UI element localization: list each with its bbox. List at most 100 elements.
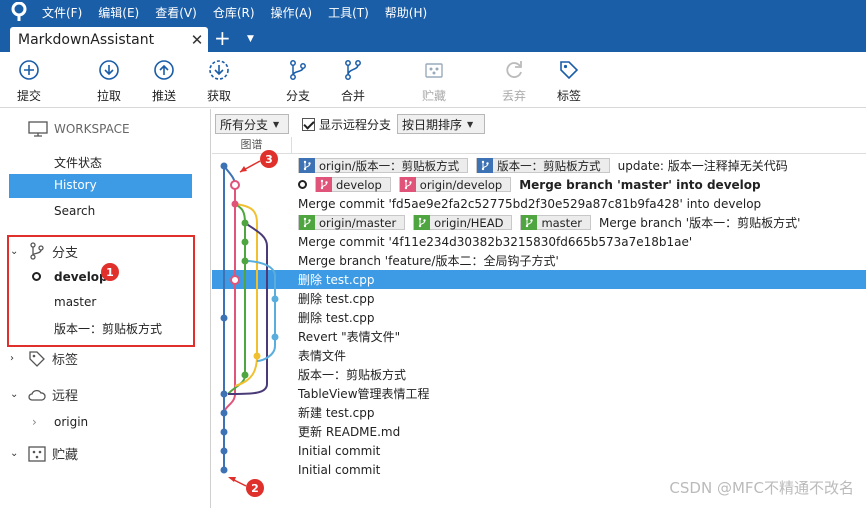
commit-row-selected[interactable]: 删除 test.cpp xyxy=(212,270,866,289)
sidebar-branch-master[interactable]: master xyxy=(54,295,96,309)
push-button[interactable]: 推送 xyxy=(139,58,189,104)
pull-label: 拉取 xyxy=(96,89,121,103)
chevron-down-icon: ⌄ xyxy=(10,389,19,400)
commit-button[interactable]: 提交 xyxy=(4,58,54,104)
stash-label: 贮藏 xyxy=(421,89,446,103)
fetch-button[interactable]: 获取 xyxy=(194,58,244,104)
sidebar-branch-version1[interactable]: 版本一：剪贴板方式 xyxy=(54,320,162,337)
commit-row[interactable]: 表情文件 xyxy=(212,346,866,365)
sidebar-branch-develop[interactable]: develop xyxy=(54,270,108,284)
workspace-label: WORKSPACE xyxy=(54,122,130,136)
tags-section-header[interactable]: › 标签 xyxy=(10,349,78,368)
graph-lane-green xyxy=(227,203,246,395)
sort-dropdown[interactable]: 按日期排序 ▼ xyxy=(397,114,485,134)
fetch-icon xyxy=(209,60,229,80)
discard-button[interactable]: 丢弃 xyxy=(489,58,539,104)
commit-row[interactable]: Initial commit xyxy=(212,441,866,460)
ref-tag-label: master xyxy=(541,215,582,230)
branch-filter-value: 所有分支 xyxy=(220,117,269,132)
commit-row[interactable]: Merge branch 'feature/版本二：全局钩子方式' xyxy=(212,251,866,270)
commit-row[interactable]: origin/master origin/HEAD master Merge b… xyxy=(212,213,866,232)
stash-button[interactable]: 贮藏 xyxy=(409,58,459,104)
tab-list-dropdown-icon[interactable]: ▼ xyxy=(247,34,254,44)
commit-row[interactable]: Revert "表情文件" xyxy=(212,327,866,346)
commit-message: 删除 test.cpp xyxy=(298,311,375,325)
merge-button[interactable]: 合并 xyxy=(328,58,378,104)
branch-filter-dropdown[interactable]: 所有分支 ▼ xyxy=(215,114,289,134)
sidebar-item-history[interactable]: History xyxy=(9,174,192,198)
workspace-header: WORKSPACE xyxy=(28,121,130,137)
graph-node xyxy=(231,200,239,208)
commit-row[interactable]: Merge commit 'fd5ae9e2fa2c52775bd2f30e52… xyxy=(212,194,866,213)
menu-tools[interactable]: 工具(T) xyxy=(328,4,369,21)
commit-row[interactable]: Merge commit '4f11e234d30382b3215830fd66… xyxy=(212,232,866,251)
graph-node xyxy=(220,428,228,436)
annotation-arrowhead xyxy=(228,477,236,482)
branch-icon xyxy=(290,60,306,80)
menu-edit[interactable]: 编辑(E) xyxy=(98,4,139,21)
tag-button[interactable]: 标签 xyxy=(544,58,594,104)
graph-node xyxy=(230,275,240,285)
new-tab-button[interactable]: + xyxy=(214,28,231,48)
show-remote-checkbox[interactable] xyxy=(302,118,315,131)
graph-node xyxy=(271,295,279,303)
commit-row[interactable]: 版本一：剪贴板方式 xyxy=(212,365,866,384)
pull-button[interactable]: 拉取 xyxy=(84,58,134,104)
branch-icon xyxy=(414,215,431,230)
chevron-down-icon: ▼ xyxy=(273,119,280,129)
graph-lane-lightblue xyxy=(244,260,276,362)
ref-tag-label: develop xyxy=(336,177,382,192)
commit-row[interactable]: 删除 test.cpp xyxy=(212,289,866,308)
graph-column-header[interactable]: 图谱 xyxy=(212,137,292,154)
commit-row[interactable]: 新建 test.cpp xyxy=(212,403,866,422)
show-remote-label: 显示远程分支 xyxy=(319,118,392,132)
commit-row[interactable]: 删除 test.cpp xyxy=(212,308,866,327)
commit-message: Initial commit xyxy=(298,462,381,477)
commit-row[interactable]: TableView管理表情工程 xyxy=(212,384,866,403)
remotes-section-header[interactable]: ⌄ 远程 xyxy=(10,385,78,404)
arrow-up-circle-icon xyxy=(154,60,174,80)
sidebar-remote-origin[interactable]: origin xyxy=(54,415,88,429)
graph-head-node xyxy=(230,180,240,190)
chevron-right-icon[interactable]: › xyxy=(32,415,37,429)
menu-help[interactable]: 帮助(H) xyxy=(385,4,427,21)
toolbar: 提交 拉取 推送 获取 分支 合并 贮藏 丢弃 标签 xyxy=(0,52,866,108)
menu-view[interactable]: 查看(V) xyxy=(155,4,197,21)
stash-section-header[interactable]: ⌄ 贮藏 xyxy=(10,444,78,463)
annotation-badge-3: 3 xyxy=(260,150,278,168)
commit-message: update: 版本一注释掉无关代码 xyxy=(617,159,788,173)
merge-icon xyxy=(345,60,361,80)
graph-node xyxy=(241,238,249,246)
commit-message: Merge branch 'feature/版本二：全局钩子方式' xyxy=(298,254,559,268)
ref-tag-label: origin/版本一：剪贴板方式 xyxy=(319,158,460,173)
branch-button[interactable]: 分支 xyxy=(273,58,323,104)
menu-actions[interactable]: 操作(A) xyxy=(271,4,313,21)
graph-node xyxy=(241,219,249,227)
sidebar-item-search[interactable]: Search xyxy=(54,204,95,218)
ref-tag: origin/HEAD xyxy=(413,215,513,230)
commit-row[interactable]: develop origin/develop Merge branch 'mas… xyxy=(212,175,866,194)
commit-row[interactable]: 更新 README.md xyxy=(212,422,866,441)
commit-message: Revert "表情文件" xyxy=(298,330,401,344)
graph-lane-pink xyxy=(223,185,236,415)
branch-icon xyxy=(477,158,494,173)
filter-bar: 所有分支 ▼ 显示远程分支 按日期排序 ▼ xyxy=(212,111,866,137)
menu-repository[interactable]: 仓库(R) xyxy=(213,4,255,21)
branches-section-header[interactable]: ⌄ 分支 xyxy=(10,241,78,261)
graph-node xyxy=(271,333,279,341)
show-remote-toggle[interactable]: 显示远程分支 xyxy=(302,116,391,133)
monitor-icon xyxy=(28,121,48,137)
commit-message: Initial commit xyxy=(298,443,381,458)
menu-file[interactable]: 文件(F) xyxy=(42,4,82,21)
commit-row[interactable]: origin/版本一：剪贴板方式 版本一：剪贴板方式 update: 版本一注释… xyxy=(212,156,866,175)
cloud-icon xyxy=(28,389,46,401)
sidebar-item-file-status[interactable]: 文件状态 xyxy=(54,154,102,171)
stash-icon xyxy=(28,445,46,462)
close-icon[interactable]: ✕ xyxy=(188,31,206,49)
tag-icon xyxy=(560,61,579,80)
watermark: CSDN @MFC不精通不改名 xyxy=(669,479,854,497)
tag-icon xyxy=(29,350,45,367)
ref-tag: 版本一：剪贴板方式 xyxy=(476,158,610,173)
graph-node xyxy=(253,352,261,360)
repo-tab[interactable]: MarkdownAssistant ✕ xyxy=(10,27,208,52)
